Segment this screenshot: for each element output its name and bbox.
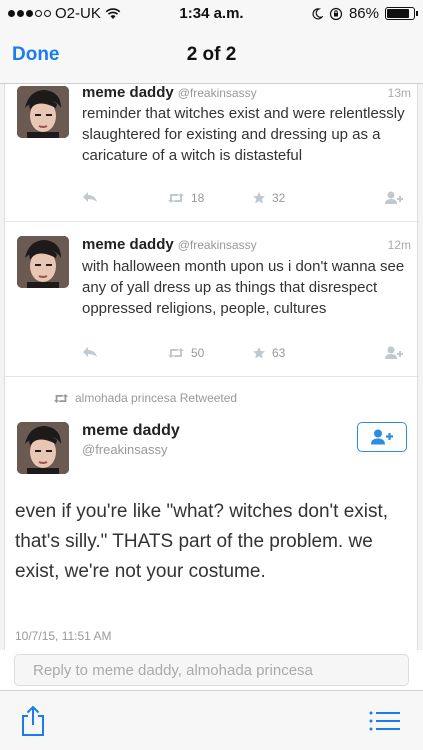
status-right: 86% xyxy=(311,5,418,22)
list-button[interactable] xyxy=(369,711,401,736)
star-icon xyxy=(253,192,265,204)
like-count: 32 xyxy=(272,191,286,205)
tweet-author[interactable]: meme daddy @freakinsassy xyxy=(82,84,257,101)
avatar[interactable] xyxy=(17,236,69,288)
moon-icon xyxy=(312,7,323,19)
retweet-icon xyxy=(53,393,69,403)
tweet-time: 12m xyxy=(387,238,411,252)
share-icon xyxy=(22,705,44,736)
screenshot-content: meme daddy @freakinsassy 13m reminder tha… xyxy=(0,84,423,650)
author-name: meme daddy xyxy=(82,84,174,101)
tweet-author[interactable]: meme daddy @freakinsassy xyxy=(82,236,257,253)
like-count: 63 xyxy=(272,346,286,360)
detail-author-name[interactable]: meme daddy xyxy=(82,422,180,440)
retweet-button[interactable]: 18 xyxy=(167,191,204,205)
retweet-count: 18 xyxy=(191,191,205,205)
share-button[interactable] xyxy=(20,705,46,742)
battery-percent: 86% xyxy=(348,5,379,22)
retweet-icon xyxy=(168,348,184,358)
retweeted-by[interactable]: almohada princesa Retweeted xyxy=(53,391,237,405)
battery-icon xyxy=(385,7,418,20)
author-name: meme daddy xyxy=(82,236,174,253)
reply-icon[interactable] xyxy=(82,191,98,203)
favorite-button[interactable]: 32 xyxy=(252,191,285,205)
retweet-icon xyxy=(168,193,184,203)
tweet-actions: 50 63 xyxy=(82,346,407,364)
favorite-button[interactable]: 63 xyxy=(252,346,285,360)
list-icon xyxy=(369,711,400,731)
detail-tweet-text: even if you're like "what? witches don't… xyxy=(15,501,389,582)
reply-icon[interactable] xyxy=(82,346,98,358)
retweeted-by-label: almohada princesa Retweeted xyxy=(75,391,238,405)
page-title: 2 of 2 xyxy=(186,44,237,65)
tweet-time: 13m xyxy=(387,86,411,100)
nav-bar: Done 2 of 2 xyxy=(0,28,423,84)
reply-bar: Reply to meme daddy, almohada princesa xyxy=(0,650,423,690)
follow-icon[interactable] xyxy=(384,346,404,360)
tweet-actions: 18 32 xyxy=(82,191,407,209)
author-handle: @freakinsassy xyxy=(177,238,257,252)
author-handle: @freakinsassy xyxy=(177,86,257,100)
avatar[interactable] xyxy=(17,86,69,138)
retweet-count: 50 xyxy=(191,346,205,360)
retweet-button[interactable]: 50 xyxy=(167,346,204,360)
reply-input[interactable]: Reply to meme daddy, almohada princesa xyxy=(14,654,409,686)
detail-author-handle[interactable]: @freakinsassy xyxy=(82,442,167,457)
star-icon xyxy=(253,347,265,359)
status-bar: O2-UK 1:34 a.m. 86% xyxy=(0,0,423,28)
tweet-text: reminder that witches exist and were rel… xyxy=(82,105,405,164)
rotation-lock-icon xyxy=(329,7,343,20)
follow-icon[interactable] xyxy=(384,191,404,205)
follow-button[interactable] xyxy=(357,422,407,452)
tweet-item[interactable]: meme daddy @freakinsassy 13m reminder tha… xyxy=(5,84,419,222)
detail-tweet-date: 10/7/15, 11:51 AM xyxy=(15,629,112,643)
avatar[interactable] xyxy=(17,422,69,474)
add-user-icon xyxy=(371,429,393,445)
tweet-sheet: meme daddy @freakinsassy 13m reminder tha… xyxy=(4,84,419,650)
tweet-text: with halloween month upon us i don't wan… xyxy=(82,258,405,317)
tweet-item[interactable]: meme daddy @freakinsassy 12m with hallowe… xyxy=(5,222,419,377)
bottom-toolbar xyxy=(0,690,423,750)
